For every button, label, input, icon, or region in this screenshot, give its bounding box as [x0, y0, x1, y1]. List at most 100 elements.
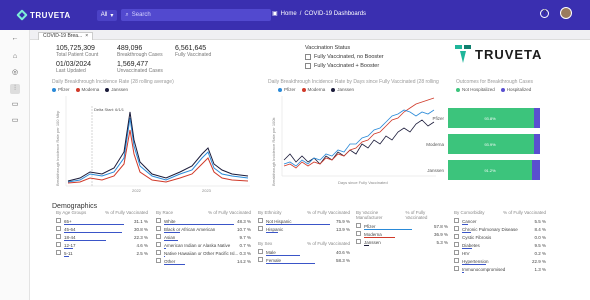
close-icon[interactable]: × [85, 33, 88, 40]
checkbox[interactable] [56, 218, 61, 223]
checkbox[interactable] [356, 239, 361, 244]
checkbox[interactable] [305, 63, 311, 69]
checkbox[interactable] [454, 242, 459, 247]
list-item[interactable]: Diabetes 9.5 % [454, 241, 546, 249]
list-item[interactable]: 65+ 31.1 % [56, 217, 148, 225]
bar-hospitalized[interactable] [534, 108, 540, 128]
checkbox[interactable] [156, 218, 161, 223]
row-value: 75.9 % [335, 218, 350, 224]
checkbox[interactable] [258, 249, 263, 254]
checkbox[interactable] [454, 234, 459, 239]
avatar[interactable] [560, 7, 572, 19]
list-item[interactable]: Not Hispanic 75.9 % [258, 217, 350, 225]
breadcrumb-home[interactable]: Home [281, 11, 297, 17]
checkbox[interactable] [156, 242, 161, 247]
list-item[interactable]: Immunocompromised 1.3 % [454, 265, 546, 273]
list-item[interactable]: Male 40.6 % [258, 248, 350, 256]
row-bar [64, 255, 69, 257]
panel-title: By Vaccine Manufacturer [356, 210, 383, 220]
demographics-title: Demographics [52, 203, 98, 210]
checkbox[interactable] [56, 242, 61, 247]
row-value: 22.9 % [531, 258, 546, 264]
search-input[interactable]: ⌕ Search [121, 9, 272, 21]
legend-janssen[interactable]: Janssen [331, 87, 354, 92]
list-item[interactable]: Cystic Fibrosis 0.0 % [454, 233, 546, 241]
analytics-icon[interactable]: ⫶ [10, 84, 20, 94]
stat-value: 1,569,477 [117, 61, 149, 68]
checkbox[interactable] [156, 226, 161, 231]
list-item[interactable]: HIV 0.2 % [454, 249, 546, 257]
back-arrow-icon[interactable]: ← [10, 34, 20, 44]
list-item[interactable]: Cancer 5.5 % [454, 217, 546, 225]
brand[interactable]: TRUVETA [16, 9, 71, 21]
checkbox[interactable] [156, 258, 161, 263]
checkbox[interactable] [258, 218, 263, 223]
legend-pfizer[interactable]: Pfizer [278, 87, 296, 92]
checkbox[interactable] [454, 218, 459, 223]
row-value: 5.5 % [534, 218, 546, 224]
list-item[interactable]: Native Hawaiian or Other Pacific Isl... 0… [156, 249, 251, 257]
panel-title: By Comorbidity [454, 210, 485, 215]
list-item[interactable]: Janssen 5.3 % [356, 238, 448, 246]
checkbox[interactable] [454, 258, 459, 263]
legend-pfizer[interactable]: Pfizer [52, 87, 70, 92]
list-item[interactable]: Black or African American 10.7 % [156, 225, 251, 233]
checkbox[interactable] [258, 226, 263, 231]
list-item[interactable]: Hypertension 22.9 % [454, 257, 546, 265]
bar-hospitalized[interactable] [532, 160, 540, 180]
legend-hospitalized[interactable]: Hospitalized [500, 87, 531, 92]
checkbox[interactable] [258, 257, 263, 262]
legend-janssen[interactable]: Janssen [105, 87, 128, 92]
globe-icon[interactable]: ◎ [10, 68, 20, 78]
help-icon[interactable]: ? [540, 9, 549, 18]
checkbox[interactable] [56, 250, 61, 255]
chevron-down-icon: ▾ [110, 12, 114, 19]
checkbox[interactable] [156, 250, 161, 255]
list-item[interactable]: Chronic Pulmonary Disease 8.4 % [454, 225, 546, 233]
list-item[interactable]: Asian 9.7 % [156, 233, 251, 241]
scope-dropdown[interactable]: All ▾ [96, 9, 118, 21]
row-value: 22.3 % [133, 234, 148, 240]
stat-label: Breakthrough Cases [117, 52, 163, 58]
list-item[interactable]: Moderna 36.9 % [356, 230, 448, 238]
list-item[interactable]: Other 14.2 % [156, 257, 251, 265]
checkbox[interactable] [356, 223, 361, 228]
checkbox[interactable] [454, 266, 459, 271]
breadcrumb-current[interactable]: COVID-19 Dashboards [304, 11, 366, 17]
list-item[interactable]: 12-17 4.6 % [56, 241, 148, 249]
checkbox[interactable] [156, 234, 161, 239]
chart2-legend: Pfizer Moderna Janssen [278, 87, 354, 92]
series-janssen [67, 111, 249, 182]
row-value: 30.8 % [133, 226, 148, 232]
breadcrumb: ▣ Home / COVID-19 Dashboards [272, 10, 366, 18]
stat-value: 489,096 [117, 45, 143, 52]
list-item[interactable]: Hispanic 13.9 % [258, 225, 350, 233]
row-value: 9.5 % [534, 242, 546, 248]
tab-label: COVID-19 Brea... [43, 33, 83, 39]
folder-icon[interactable]: ▭ [10, 100, 20, 110]
x-tick: 2022 [132, 188, 142, 193]
checkbox[interactable] [454, 226, 459, 231]
list-item[interactable]: American Indian or Alaska Native 0.7 % [156, 241, 251, 249]
list-item[interactable]: 45-64 30.8 % [56, 225, 148, 233]
checkbox[interactable] [56, 234, 61, 239]
tab-covid-dashboard[interactable]: COVID-19 Brea... × [38, 32, 94, 40]
panel-col: % of Fully Vaccinated [105, 210, 148, 215]
legend-not-hospitalized[interactable]: Not Hospitalized [456, 87, 495, 92]
bar-hospitalized[interactable] [534, 134, 540, 154]
checkbox[interactable] [356, 231, 361, 236]
checkbox[interactable] [56, 226, 61, 231]
checkbox[interactable] [305, 54, 311, 60]
legend-moderna[interactable]: Moderna [75, 87, 99, 92]
list-item[interactable]: Pfizer 57.8 % [356, 222, 448, 230]
list-item[interactable]: Female 58.3 % [258, 256, 350, 264]
checkbox-booster[interactable]: Fully Vaccinated + Booster [305, 63, 384, 69]
legend-moderna[interactable]: Moderna [301, 87, 325, 92]
list-item[interactable]: 18-44 22.3 % [56, 233, 148, 241]
folder-icon[interactable]: ▭ [10, 116, 20, 126]
checkbox[interactable] [454, 250, 459, 255]
list-item[interactable]: White 48.3 % [156, 217, 251, 225]
list-item[interactable]: 5-11 2.5 % [56, 249, 148, 257]
home-icon[interactable]: ⌂ [10, 52, 20, 62]
checkbox-no-booster[interactable]: Fully Vaccinated, no Booster [305, 54, 384, 60]
